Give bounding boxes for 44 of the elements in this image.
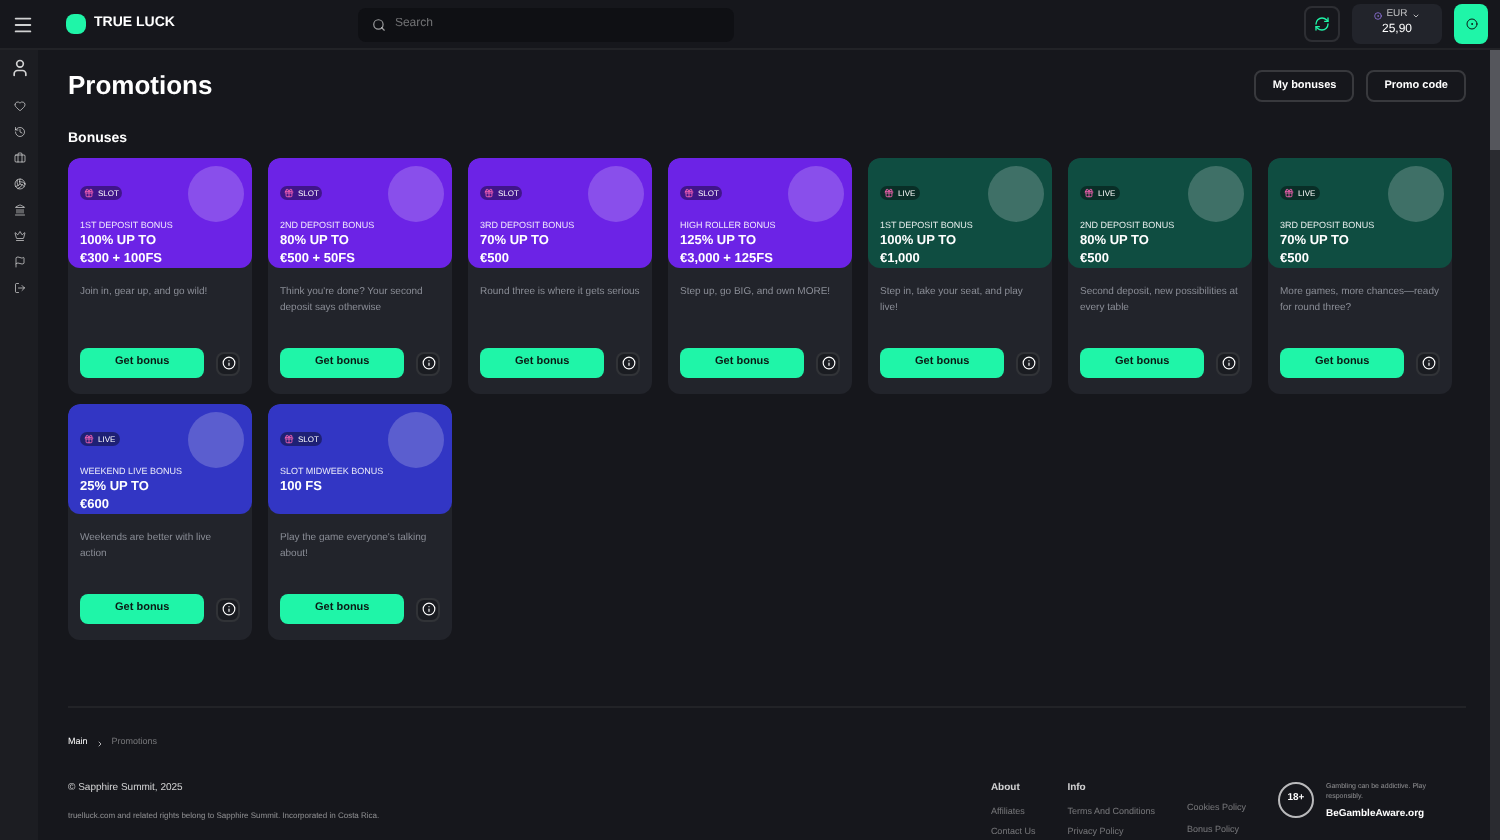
gift-icon [884,188,894,198]
info-icon[interactable] [216,597,240,621]
info-icon[interactable] [216,351,240,375]
bank-icon[interactable] [13,204,25,216]
info-icon[interactable] [416,351,440,375]
ball-icon[interactable] [13,178,25,190]
gift-icon [284,434,294,444]
crown-icon[interactable] [13,230,25,242]
info-icon[interactable] [816,351,840,375]
gift-icon [84,434,94,444]
scrollbar[interactable] [1490,50,1500,840]
illustration-placeholder [1388,166,1444,222]
info-icon[interactable] [616,351,640,375]
illustration-placeholder [388,166,444,222]
profile-icon[interactable] [1454,4,1488,44]
info-icon[interactable] [1216,351,1240,375]
info-icon[interactable] [1416,351,1440,375]
illustration-placeholder [588,166,644,222]
gift-icon [1284,188,1294,198]
refresh-icon[interactable] [1304,6,1340,42]
history-icon[interactable] [13,126,25,138]
gift-icon [1084,188,1094,198]
page-title: Promotions [68,68,213,104]
illustration-placeholder [188,166,244,222]
search-icon [372,17,387,31]
heart-icon[interactable] [13,100,25,112]
user-icon[interactable] [9,58,29,78]
gift-icon [284,188,294,198]
logo-icon [66,14,86,34]
menu-icon[interactable] [12,13,34,35]
info-icon[interactable] [1016,351,1040,375]
flag-icon[interactable] [13,256,25,268]
illustration-placeholder [188,412,244,468]
gift-icon [684,188,694,198]
illustration-placeholder [988,166,1044,222]
info-icon[interactable] [416,597,440,621]
gift-icon [84,188,94,198]
illustration-placeholder [788,166,844,222]
currency-icon [1374,11,1383,19]
illustration-placeholder [1188,166,1244,222]
gift-icon [484,188,494,198]
logout-icon[interactable] [13,282,25,294]
briefcase-icon[interactable] [13,152,25,164]
illustration-placeholder [388,412,444,468]
